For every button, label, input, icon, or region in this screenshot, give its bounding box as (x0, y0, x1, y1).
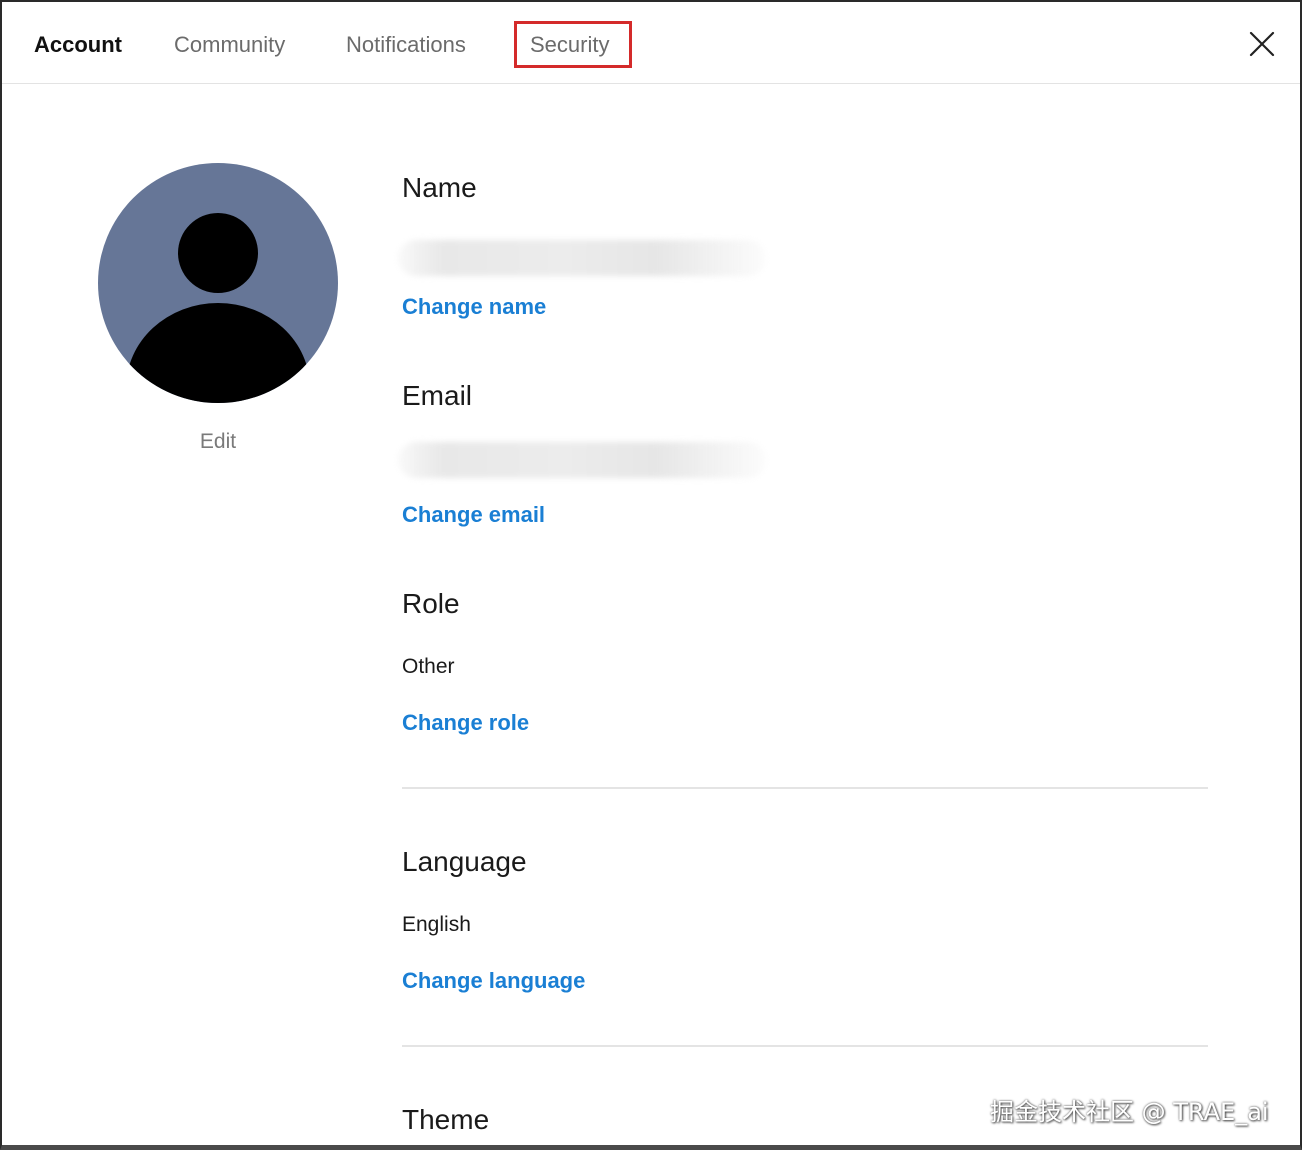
role-value: Other (402, 655, 455, 678)
change-name-link[interactable]: Change name (402, 294, 546, 320)
settings-dialog: Account Community Notifications Security… (0, 0, 1302, 1150)
language-heading: Language (402, 846, 527, 877)
tab-bar: Account Community Notifications Security (2, 2, 1300, 84)
divider (402, 1045, 1208, 1047)
watermark-text: 掘金技术社区 @ TRAE_ai (990, 1098, 1269, 1126)
theme-heading: Theme (402, 1104, 490, 1135)
change-role-link[interactable]: Change role (402, 710, 529, 736)
language-value: English (402, 913, 471, 936)
avatar[interactable] (98, 163, 338, 403)
security-highlight-box (514, 21, 632, 68)
avatar-head-shape (178, 213, 258, 293)
close-icon (1249, 31, 1275, 57)
divider (402, 787, 1208, 789)
edit-avatar-link[interactable]: Edit (98, 430, 338, 454)
email-heading: Email (402, 380, 473, 411)
name-heading: Name (402, 172, 477, 203)
tab-account[interactable]: Account (34, 29, 122, 61)
role-heading: Role (402, 588, 460, 619)
name-value-blurred (398, 240, 766, 276)
close-button[interactable] (1246, 28, 1278, 60)
avatar-body-shape (126, 303, 310, 403)
tab-notifications[interactable]: Notifications (346, 29, 466, 61)
change-language-link[interactable]: Change language (402, 968, 585, 994)
tab-community[interactable]: Community (174, 29, 285, 61)
change-email-link[interactable]: Change email (402, 502, 545, 528)
email-value-blurred (398, 442, 766, 478)
